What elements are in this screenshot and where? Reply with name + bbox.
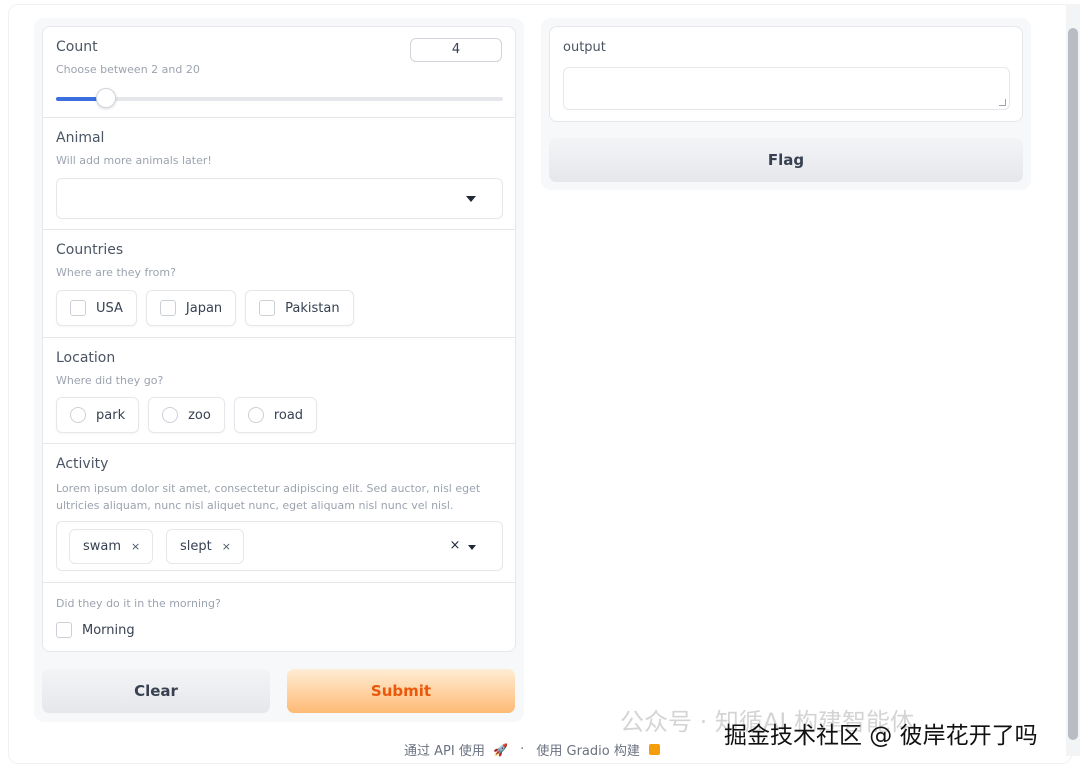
input-panel: Count Choose between 2 and 20 4 Animal W…: [34, 18, 524, 722]
morning-checkbox[interactable]: [56, 622, 72, 638]
built-with-gradio-link[interactable]: 使用 Gradio 构建: [536, 744, 639, 759]
remove-token-icon[interactable]: ×: [222, 540, 231, 553]
activity-token-slept: slept ×: [166, 529, 244, 564]
flag-button[interactable]: Flag: [549, 138, 1023, 182]
radio-button[interactable]: [70, 407, 86, 423]
location-option-label: park: [96, 407, 126, 423]
submit-button[interactable]: Submit: [287, 669, 515, 713]
radio-button[interactable]: [162, 407, 179, 423]
scrollbar[interactable]: [1066, 4, 1080, 756]
count-slider-thumb[interactable]: [96, 88, 116, 108]
chevron-down-icon[interactable]: [468, 545, 476, 550]
remove-token-icon[interactable]: ×: [131, 540, 140, 553]
resize-handle-icon[interactable]: [999, 99, 1006, 106]
gradio-logo-icon: [648, 744, 660, 755]
token-label: swam: [83, 539, 122, 554]
activity-multiselect[interactable]: swam × slept × ×: [56, 521, 503, 571]
location-info: Where did they go?: [56, 374, 164, 387]
location-block: Location Where did they go? park zoo roa…: [43, 338, 515, 444]
scrollbar-thumb[interactable]: [1068, 28, 1078, 740]
morning-checkbox-row[interactable]: Morning: [56, 622, 135, 638]
clear-all-icon[interactable]: ×: [446, 537, 464, 555]
animal-block: Animal Will add more animals later!: [43, 118, 515, 230]
output-label: output: [563, 40, 606, 55]
location-option-park[interactable]: park: [56, 397, 140, 433]
country-option-label: USA: [96, 300, 123, 316]
activity-info: Lorem ipsum dolor sit amet, consectetur …: [56, 482, 481, 512]
countries-info: Where are they from?: [56, 266, 176, 279]
location-label: Location: [56, 350, 116, 366]
watermark-strong: 掘金技术社区 @ 彼岸花开了吗: [724, 723, 1038, 749]
country-option-label: Japan: [185, 300, 223, 316]
count-number-input[interactable]: 4: [410, 38, 502, 62]
token-label: slept: [180, 539, 212, 554]
location-options: park zoo road: [56, 397, 318, 433]
morning-label: Morning: [82, 622, 135, 638]
output-panel: output Flag: [541, 18, 1031, 190]
count-slider[interactable]: [56, 88, 503, 108]
rocket-icon: 🚀: [493, 742, 508, 757]
country-option-japan[interactable]: Japan: [145, 290, 237, 326]
location-option-label: road: [273, 407, 304, 423]
count-label: Count: [56, 39, 98, 55]
count-block: Count Choose between 2 and 20 4: [43, 27, 515, 118]
animal-info: Will add more animals later!: [56, 154, 212, 167]
animal-dropdown[interactable]: [56, 178, 503, 219]
location-option-label: zoo: [188, 407, 211, 423]
location-option-road[interactable]: road: [233, 397, 318, 433]
location-option-zoo[interactable]: zoo: [148, 397, 225, 433]
countries-label: Countries: [56, 242, 124, 258]
country-option-pakistan[interactable]: Pakistan: [245, 290, 354, 326]
animal-label: Animal: [56, 130, 105, 146]
country-option-label: Pakistan: [285, 300, 340, 316]
countries-options: USA Japan Pakistan: [56, 290, 354, 326]
clear-button[interactable]: Clear: [42, 669, 270, 713]
output-textbox[interactable]: [563, 67, 1010, 110]
input-form: Count Choose between 2 and 20 4 Animal W…: [42, 26, 516, 652]
use-via-api-link[interactable]: 通过 API 使用: [404, 744, 485, 759]
chevron-down-icon: [466, 196, 476, 202]
checkbox[interactable]: [70, 300, 86, 316]
checkbox[interactable]: [159, 300, 176, 316]
checkbox[interactable]: [259, 300, 276, 316]
countries-block: Countries Where are they from? USA Japan…: [43, 230, 515, 338]
activity-label: Activity: [56, 456, 109, 472]
country-option-usa[interactable]: USA: [56, 290, 137, 326]
count-info: Choose between 2 and 20: [56, 63, 200, 76]
morning-block: Did they do it in the morning? Morning: [43, 583, 515, 651]
activity-token-swam: swam ×: [69, 529, 154, 564]
radio-button[interactable]: [247, 407, 264, 423]
footer-separator: ·: [520, 742, 525, 757]
morning-info: Did they do it in the morning?: [56, 597, 221, 610]
output-card: output: [549, 26, 1023, 122]
activity-block: Activity Lorem ipsum dolor sit amet, con…: [43, 444, 515, 583]
